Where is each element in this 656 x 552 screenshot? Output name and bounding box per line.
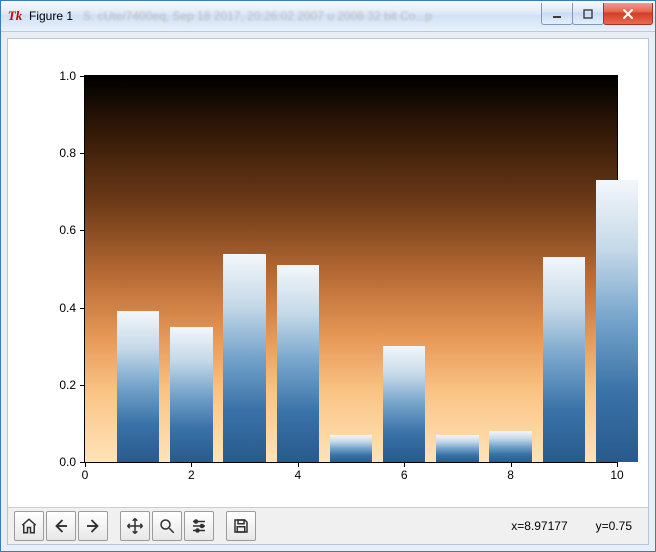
bar (596, 180, 639, 462)
bar (436, 435, 479, 462)
ytick-mark (80, 76, 85, 77)
xtick-mark (404, 462, 405, 467)
home-button[interactable] (14, 511, 44, 541)
cursor-x: x=8.97177 (511, 519, 567, 533)
cursor-y: y=0.75 (596, 519, 632, 533)
arrow-left-icon (52, 517, 70, 535)
xtick-mark (85, 462, 86, 467)
ytick-label: 1.0 (59, 69, 76, 83)
ytick-mark (80, 385, 85, 386)
ytick-label: 0.8 (59, 146, 76, 160)
xtick-mark (511, 462, 512, 467)
figure-canvas[interactable]: 0.0 0.2 0.4 0.6 0.8 1.0 0 2 4 6 8 10 (8, 39, 648, 507)
save-icon (232, 517, 250, 535)
arrow-right-icon (84, 517, 102, 535)
nav-toolbar: x=8.97177 y=0.75 (8, 507, 648, 544)
ytick-label: 0.4 (59, 301, 76, 315)
ytick-label: 0.0 (59, 455, 76, 469)
save-button[interactable] (226, 511, 256, 541)
zoom-button[interactable] (152, 511, 182, 541)
axes: 0.00.20.40.60.81.00246810 (84, 75, 618, 463)
bar (543, 257, 586, 462)
ytick-label: 0.6 (59, 223, 76, 237)
cursor-coords: x=8.97177 y=0.75 (511, 519, 632, 533)
titlebar[interactable]: Tk Figure 1 S. cUte/7400eq, Sep 18 2017,… (1, 1, 655, 32)
xtick-mark (298, 462, 299, 467)
home-icon (20, 517, 38, 535)
background-text: S. cUte/7400eq, Sep 18 2017, 20:26:02 20… (79, 9, 536, 23)
ytick-mark (80, 308, 85, 309)
minimize-icon (551, 8, 563, 20)
back-button[interactable] (46, 511, 76, 541)
bar (170, 327, 213, 462)
pan-button[interactable] (120, 511, 150, 541)
zoom-icon (158, 517, 176, 535)
xtick-mark (617, 462, 618, 467)
xtick-label: 2 (188, 468, 195, 482)
bars-layer (85, 76, 617, 462)
minimize-button[interactable] (541, 3, 573, 25)
xtick-label: 4 (294, 468, 301, 482)
close-button[interactable] (603, 3, 653, 25)
maximize-icon (582, 8, 594, 20)
bar (223, 254, 266, 462)
bar (330, 435, 373, 462)
ytick-mark (80, 153, 85, 154)
bar (383, 346, 426, 462)
forward-button[interactable] (78, 511, 108, 541)
xtick-label: 0 (82, 468, 89, 482)
move-icon (126, 517, 144, 535)
xtick-mark (191, 462, 192, 467)
xtick-label: 10 (610, 468, 623, 482)
app-icon: Tk (7, 8, 23, 24)
client-area: 0.0 0.2 0.4 0.6 0.8 1.0 0 2 4 6 8 10 x=8.97177 y=0.… (7, 38, 649, 545)
xtick-label: 8 (507, 468, 514, 482)
configure-subplots-button[interactable] (184, 511, 214, 541)
ytick-mark (80, 230, 85, 231)
window-title: Figure 1 (29, 9, 73, 23)
close-icon (621, 8, 635, 20)
sliders-icon (190, 517, 208, 535)
os-window: Tk Figure 1 S. cUte/7400eq, Sep 18 2017,… (0, 0, 656, 552)
bar (277, 265, 320, 462)
bar (117, 311, 160, 462)
xtick-label: 6 (401, 468, 408, 482)
bar (489, 431, 532, 462)
ytick-label: 0.2 (59, 378, 76, 392)
maximize-button[interactable] (572, 3, 604, 25)
